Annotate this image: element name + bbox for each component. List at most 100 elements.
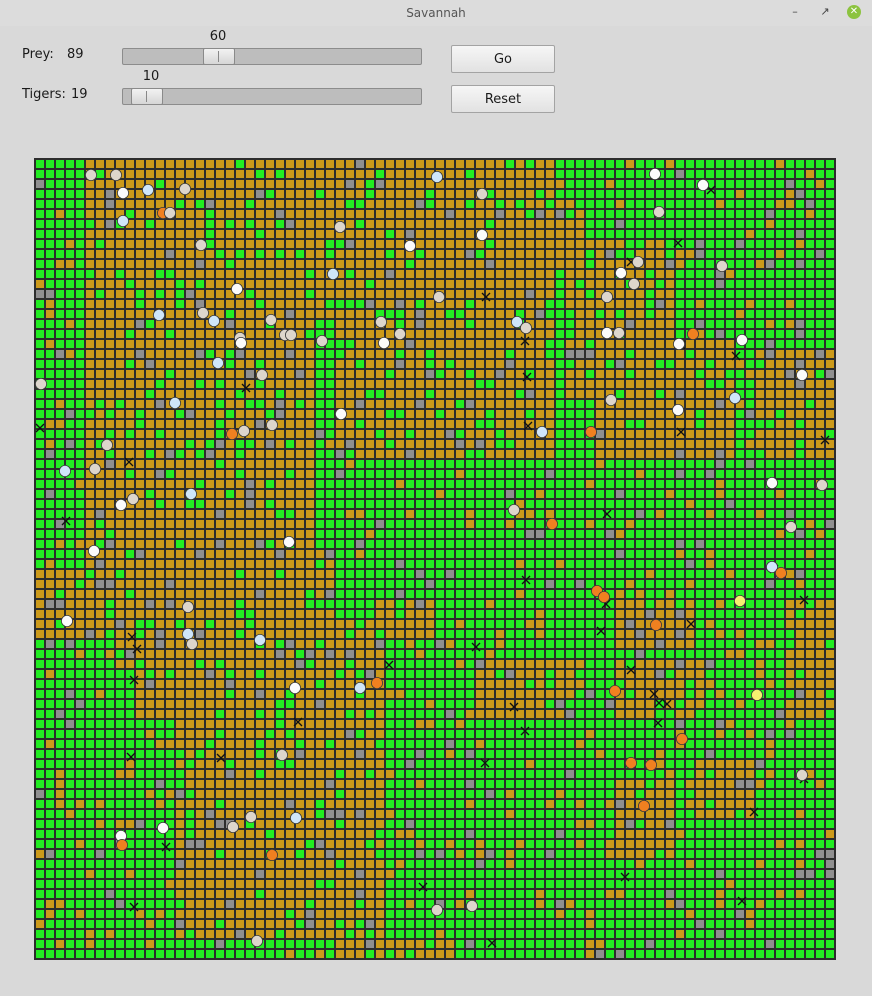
grid-cell [536,400,544,408]
grid-cell [706,450,714,458]
grid-cell [96,220,104,228]
maximize-icon[interactable]: ↗ [818,5,832,19]
prey-slider[interactable] [122,48,422,65]
grid-cell [166,390,174,398]
grid-cell [766,620,774,628]
grid-cell [526,300,534,308]
grid-cell [176,590,184,598]
grid-cell [586,690,594,698]
grid-cell [506,610,514,618]
tigers-slider-handle[interactable] [131,88,163,105]
grid-cell [426,290,434,298]
grid-cell [226,770,234,778]
grid-cell [346,270,354,278]
grid-cell [356,670,364,678]
grid-cell [56,280,64,288]
grid-cell [596,550,604,558]
grid-cell [796,640,804,648]
grid-cell [506,170,514,178]
grid-cell [416,340,424,348]
grid-cell [616,560,624,568]
grid-cell [206,640,214,648]
grid-cell [236,750,244,758]
grid-cell [746,710,754,718]
grid-cell [436,380,444,388]
grid-cell [506,560,514,568]
grid-cell [386,320,394,328]
grid-cell [226,760,234,768]
grid-cell [46,310,54,318]
grid-cell [826,670,834,678]
grid-cell [226,500,234,508]
grid-cell [366,750,374,758]
grid-cell [616,490,624,498]
grid-cell [426,610,434,618]
grid-cell [706,580,714,588]
grid-cell [276,710,284,718]
grid-cell [426,710,434,718]
grid-cell [826,170,834,178]
grid-cell [476,520,484,528]
grid-cell [276,580,284,588]
close-icon[interactable]: ✕ [847,5,861,19]
grid-cell [76,240,84,248]
grid-cell [346,750,354,758]
grid-cell [166,600,174,608]
grid-cell [646,650,654,658]
grid-cell [466,190,474,198]
grid-cell [106,420,114,428]
grid-cell [456,220,464,228]
grid-cell [786,510,794,518]
grid-cell [766,690,774,698]
grid-cell [286,410,294,418]
grid-cell [206,760,214,768]
grid-cell [66,210,74,218]
grid-cell [306,270,314,278]
grid-cell [66,350,74,358]
grid-cell [86,330,94,338]
grid-cell [256,500,264,508]
go-button[interactable]: Go [451,45,555,73]
tigers-slider[interactable] [122,88,422,105]
grid-cell [746,350,754,358]
grid-cell [736,260,744,268]
grid-cell [696,200,704,208]
grid-cell [626,380,634,388]
grid-cell [796,510,804,518]
grid-cell [326,470,334,478]
grid-cell [666,240,674,248]
grid-cell [396,300,404,308]
grid-cell [436,620,444,628]
grid-cell [806,430,814,438]
grid-cell [376,330,384,338]
grid-cell [446,600,454,608]
grid-cell [656,260,664,268]
grid-cell [826,320,834,328]
savannah-grid[interactable] [34,158,836,960]
grid-cell [696,390,704,398]
grid-cell [196,190,204,198]
grid-cell [716,180,724,188]
grid-cell [536,630,544,638]
grid-cell [96,650,104,658]
grid-cell [436,420,444,428]
grid-cell [816,580,824,588]
grid-cell [166,480,174,488]
minimize-icon[interactable]: – [788,5,802,19]
grid-cell [196,610,204,618]
grid-cell [276,690,284,698]
grid-cell [376,190,384,198]
grid-cell [566,280,574,288]
grid-cell [756,240,764,248]
grid-cell [546,650,554,658]
reset-button[interactable]: Reset [451,85,555,113]
grid-cell [686,700,694,708]
grid-cell [796,340,804,348]
grid-cell [356,760,364,768]
prey-slider-handle[interactable] [203,48,235,65]
grid-cell [466,690,474,698]
grid-cell [296,660,304,668]
grid-cell [516,460,524,468]
grid-cell [646,680,654,688]
grid-cell [826,470,834,478]
